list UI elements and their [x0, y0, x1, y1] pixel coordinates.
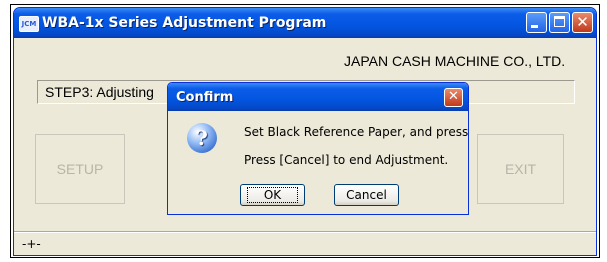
cancel-button-label: Cancel [346, 188, 387, 202]
step-text: STEP3: Adjusting [45, 84, 154, 100]
dialog-close-button[interactable]: ✕ [444, 88, 463, 107]
dialog-message-line2: Press [Cancel] to end Adjustment. [244, 153, 449, 167]
minimize-icon [531, 25, 538, 28]
exit-button[interactable]: EXIT [477, 134, 564, 204]
title-bar[interactable]: JCM WBA-1x Series Adjustment Program ✕ [14, 8, 596, 38]
close-icon: ✕ [448, 89, 459, 104]
close-button[interactable]: ✕ [572, 12, 593, 33]
confirm-dialog: Confirm ✕ ? Set Black Reference Paper, a… [167, 82, 469, 215]
cancel-button[interactable]: Cancel [334, 184, 399, 206]
dialog-message-line1: Set Black Reference Paper, and press [OK… [244, 125, 469, 139]
ok-button[interactable]: OK [240, 184, 305, 206]
question-icon: ? [187, 123, 217, 153]
setup-button[interactable]: SETUP [35, 134, 125, 204]
window-title: WBA-1x Series Adjustment Program [42, 15, 327, 31]
company-name: JAPAN CASH MACHINE CO., LTD. [344, 53, 566, 69]
app-icon: JCM [19, 16, 39, 32]
dialog-title-bar[interactable]: Confirm ✕ [168, 83, 468, 111]
maximize-icon [554, 16, 565, 27]
minimize-button[interactable] [526, 12, 547, 33]
ok-button-label: OK [246, 187, 299, 203]
status-bar: -+- [14, 232, 596, 255]
maximize-button[interactable] [549, 12, 570, 33]
status-text: -+- [22, 237, 41, 251]
dialog-title: Confirm [176, 90, 234, 105]
close-icon: ✕ [576, 13, 589, 31]
